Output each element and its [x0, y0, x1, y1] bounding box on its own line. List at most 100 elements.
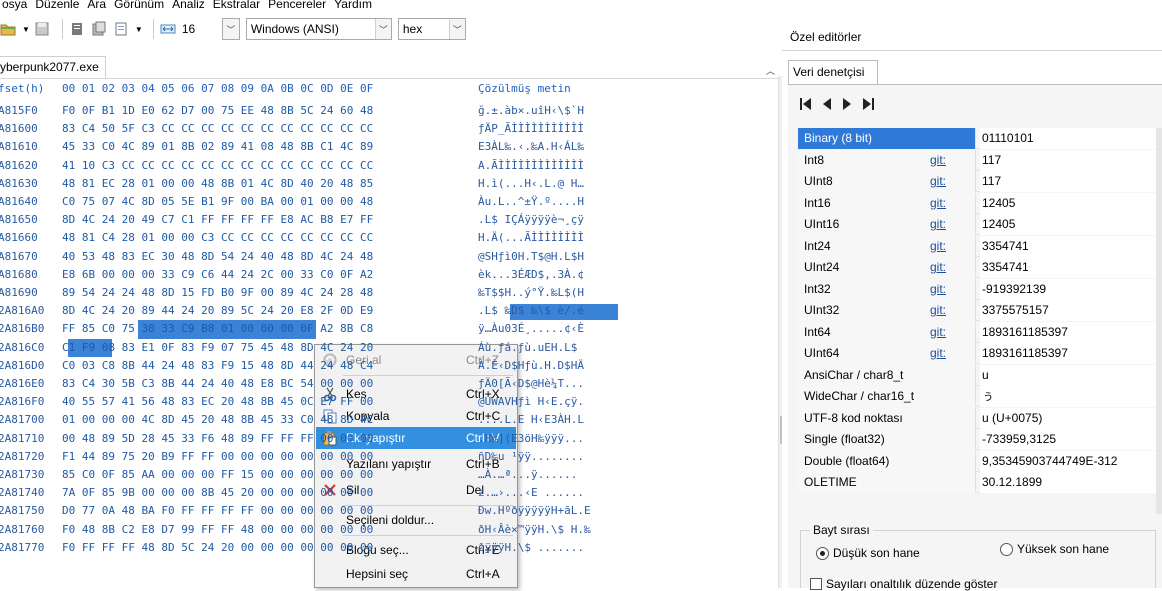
menu-item[interactable]: Yardım	[334, 0, 372, 11]
inspector-row[interactable]: Double (float64) 9,35345903744749E-312	[798, 450, 1158, 472]
goto-link[interactable]: git:	[930, 214, 946, 235]
hex-offset[interactable]: 2A81750	[0, 502, 58, 520]
hex-decoded-text[interactable]: Ðw.HºðÿÿÿÿÿH+ãL.E	[478, 502, 638, 520]
hex-offset[interactable]: A81600	[0, 120, 58, 138]
inspector-value[interactable]: 01110101	[980, 128, 1158, 149]
hex-decoded-text[interactable]: ƒÄ0[Ã‹D$@Hè¼T...	[478, 375, 638, 393]
encoding-select[interactable]: Windows (ANSI) ﹀	[245, 18, 392, 40]
hex-offset[interactable]: 2A81700	[0, 411, 58, 429]
hex-bytes[interactable]: F0 48 8B C2 E8 D7 99 FF FF 48 00 00 00 0…	[62, 521, 462, 539]
menu-item-select-all[interactable]: Hepsini seç Ctrl+A	[316, 563, 516, 585]
goto-link[interactable]: git:	[930, 236, 946, 257]
inspector-row[interactable]: Int24 git: 3354741	[798, 235, 1158, 257]
inspector-row[interactable]: UInt8 git: 117	[798, 171, 1158, 192]
goto-link[interactable]: git:	[930, 193, 946, 214]
hex-offset[interactable]: A81630	[0, 175, 58, 193]
tab-data-inspector[interactable]: Veri denetçisi	[788, 60, 878, 84]
menu-item[interactable]: Düzenle	[35, 0, 79, 11]
menu-item[interactable]: Ara	[87, 0, 106, 11]
inspector-value[interactable]: 3354741	[980, 235, 1158, 257]
hex-decoded-text[interactable]: ....L.E H‹E3ÀH.L	[478, 411, 638, 429]
inspector-value[interactable]: 30.12.1899	[980, 472, 1158, 493]
hex-offset[interactable]: 2A81770	[0, 539, 58, 557]
inspector-value[interactable]: u	[980, 364, 1158, 386]
save-icon[interactable]	[34, 21, 50, 37]
hex-bytes[interactable]: 83 C4 30 5B C3 8B 44 24 40 48 E8 BC 54 0…	[62, 375, 462, 393]
hex-bytes[interactable]: C0 03 C8 8B 44 24 48 83 F9 15 48 8D 44 2…	[62, 357, 462, 375]
inspector-value[interactable]: 1893161185397	[980, 321, 1158, 343]
inspector-row[interactable]: WideChar / char16_t ぅ	[798, 386, 1158, 407]
hex-numbers-checkbox[interactable]: Sayıları onaltılık düzende göster	[810, 577, 997, 591]
hex-bytes[interactable]: 89 54 24 24 48 8D 15 FD B0 9F 00 89 4C 2…	[62, 284, 462, 302]
hex-bytes[interactable]: FF 85 C0 75 30 33 C9 B8 01 00 00 00 0F A…	[62, 320, 462, 338]
hex-bytes[interactable]: 00 48 89 5D 28 45 33 F6 48 89 FF FF FF 0…	[62, 430, 462, 448]
hex-bytes[interactable]: 40 53 48 83 EC 30 48 8D 54 24 40 48 8D 4…	[62, 248, 462, 266]
hex-decoded-text[interactable]: .L$ IÇÁÿÿÿÿè¬¸çÿ	[478, 211, 638, 229]
hex-bytes[interactable]: C0 75 07 4C 8D 05 5E B1 9F 00 BA 00 01 0…	[62, 193, 462, 211]
last-icon[interactable]	[862, 97, 874, 114]
hex-offset[interactable]: 2A816C0	[0, 339, 58, 357]
hex-decoded-text[interactable]: èk...3ÉÆD$,.3À.¢	[478, 266, 638, 284]
hex-bytes[interactable]: 48 81 EC 28 01 00 00 48 8B 01 4C 8D 40 2…	[62, 175, 462, 193]
inspector-value[interactable]: 117	[980, 149, 1158, 171]
hex-decoded-text[interactable]: ƒÄP_ÃÌÌÌÌÌÌÌÌÌÌÌ	[478, 120, 638, 138]
hex-offset[interactable]: A81650	[0, 211, 58, 229]
inspector-row[interactable]: Int64 git: 1893161185397	[798, 321, 1158, 343]
hex-offset[interactable]: A81620	[0, 157, 58, 175]
inspector-row[interactable]: OLETIME 30.12.1899	[798, 472, 1158, 493]
inspector-row[interactable]: UInt16 git: 12405	[798, 214, 1158, 235]
menu-item[interactable]: Ekstralar	[213, 0, 260, 11]
inspector-value[interactable]: -919392139	[980, 278, 1158, 300]
inspector-row[interactable]: UInt32 git: 3375575157	[798, 300, 1158, 321]
radio-big-endian[interactable]: Yüksek son hane	[1000, 542, 1109, 556]
hex-offset[interactable]: 2A81710	[0, 430, 58, 448]
hex-decoded-text[interactable]: H.Ä(...ÃÌÌÌÌÌÌÌÌ	[478, 229, 638, 247]
hex-decoded-text[interactable]: ðÿÿÿH.\$ .......	[478, 539, 638, 557]
hex-decoded-text[interactable]: ñD‰u ¹ÿÿ........	[478, 448, 638, 466]
previous-icon[interactable]	[822, 97, 832, 114]
file-tab[interactable]: yberpunk2077.exe	[0, 56, 106, 78]
menu-item[interactable]: osya	[2, 0, 27, 11]
inspector-row[interactable]: AnsiChar / char8_t u	[798, 364, 1158, 386]
hex-bytes[interactable]: 41 10 C3 CC CC CC CC CC CC CC CC CC CC C…	[62, 157, 462, 175]
hex-decoded-text[interactable]: z.…›...‹E ......	[478, 484, 638, 502]
hex-bytes[interactable]: F0 0F B1 1D E0 62 D7 00 75 EE 48 8B 5C 2…	[62, 102, 462, 120]
pages-icon[interactable]	[91, 21, 107, 37]
hex-bytes[interactable]: 85 C0 0F 85 AA 00 00 00 FF 15 00 00 00 0…	[62, 466, 462, 484]
menu-item[interactable]: Pencereler	[268, 0, 326, 11]
goto-link[interactable]: git:	[930, 257, 946, 278]
inspector-row[interactable]: Int32 git: -919392139	[798, 278, 1158, 300]
hex-bytes[interactable]: 8D 4C 24 20 89 44 24 20 89 5C 24 20 E8 2…	[62, 302, 462, 320]
hex-bytes[interactable]: 7A 0F 85 9B 00 00 00 8B 45 20 00 00 00 0…	[62, 484, 462, 502]
goto-link[interactable]: git:	[930, 300, 946, 321]
inspector-row[interactable]: Int16 git: 12405	[798, 192, 1158, 214]
display-mode-select[interactable]: hex ﹀	[397, 18, 466, 40]
inspector-value[interactable]: ぅ	[980, 386, 1158, 407]
hex-bytes[interactable]: 45 33 C0 4C 89 01 8B 02 89 41 08 48 8B C…	[62, 138, 462, 156]
hex-decoded-text[interactable]: Àu.L..^±Ÿ.º....H	[478, 193, 638, 211]
hex-bytes[interactable]: F0 FF FF FF 48 8D 5C 24 20 00 00 00 00 0…	[62, 539, 462, 557]
inspector-value[interactable]: 12405	[980, 192, 1158, 214]
radio-little-endian[interactable]: Düşük son hane	[816, 546, 920, 560]
hex-offset[interactable]: A81690	[0, 284, 58, 302]
menu-item[interactable]: Görünüm	[114, 0, 164, 11]
hex-offset[interactable]: A81680	[0, 266, 58, 284]
hex-offset[interactable]: A81610	[0, 138, 58, 156]
hex-decoded-text[interactable]: .L$ ‰D$ ‰\$ è/.é	[478, 302, 638, 320]
inspector-row[interactable]: Binary (8 bit) 01110101	[798, 128, 1158, 149]
document-icon[interactable]	[113, 21, 129, 37]
hex-bytes[interactable]: C1 F9 08 83 E1 0F 83 F9 07 75 45 48 8D 4…	[62, 339, 462, 357]
hex-decoded-text[interactable]: À.È‹D$Hƒù.H.D$HÄ	[478, 357, 638, 375]
grid-scrollbar[interactable]	[1156, 128, 1162, 514]
bytes-per-row-dropdown[interactable]: ﹀	[221, 18, 240, 40]
hex-bytes[interactable]: 83 C4 50 5F C3 CC CC CC CC CC CC CC CC C…	[62, 120, 462, 138]
hex-decoded-text[interactable]: A.ÃÌÌÌÌÌÌÌÌÌÌÌÌÌ	[478, 157, 638, 175]
hex-offset[interactable]: A815F0	[0, 102, 58, 120]
bytes-per-row-value[interactable]: 16	[182, 22, 222, 36]
first-icon[interactable]	[800, 97, 812, 114]
goto-link[interactable]: git:	[930, 322, 946, 343]
dropdown-arrow-icon[interactable]: ▼	[135, 25, 143, 34]
hex-bytes[interactable]: F1 44 89 75 20 B9 FF FF 00 00 00 00 00 0…	[62, 448, 462, 466]
hex-offset[interactable]: 2A816E0	[0, 375, 58, 393]
hex-decoded-text[interactable]: .H‰](E3öH‰ÿÿÿ...	[478, 430, 638, 448]
